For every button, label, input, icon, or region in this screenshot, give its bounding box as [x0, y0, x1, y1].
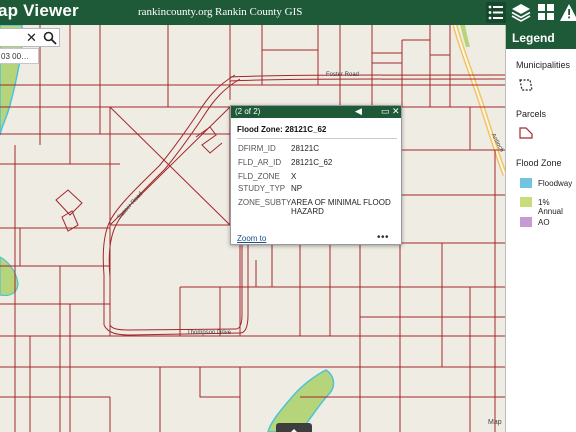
legend-panel: Legend Municipalities Parcels Flood Zone…: [505, 25, 576, 432]
clear-search-icon[interactable]: ✕: [26, 31, 37, 45]
legend-group-municipalities: Municipalities: [516, 60, 571, 70]
feature-popup: (2 of 2) ◀ ▭ ✕ Flood Zone: 28121C_62 DFI…: [230, 105, 402, 245]
top-header-bar: ap Viewer rankincounty.org Rankin County…: [0, 0, 576, 25]
attr-key: FLD_ZONE: [238, 172, 280, 181]
popup-header: (2 of 2) ◀ ▭ ✕: [231, 106, 401, 118]
legend-group-flood-zone: Flood Zone: [516, 158, 562, 168]
attr-key: ZONE_SUBTY: [238, 198, 292, 207]
prev-feature-icon[interactable]: ◀: [355, 106, 362, 117]
alert-icon[interactable]: [560, 2, 576, 23]
zoom-to-link[interactable]: Zoom to: [237, 234, 266, 243]
search-box[interactable]: ✕: [0, 28, 60, 47]
ao-swatch: [520, 217, 532, 227]
chevron-up-icon[interactable]: [276, 426, 312, 432]
search-icon[interactable]: [43, 31, 57, 45]
popup-counter: (2 of 2): [235, 107, 261, 116]
rankincounty-link[interactable]: rankincounty.org: [138, 6, 213, 18]
municipalities-symbol-icon: [519, 79, 533, 91]
attr-key: DFIRM_ID: [238, 144, 276, 153]
grid-icon[interactable]: [535, 2, 557, 23]
attr-value: NP: [291, 184, 303, 193]
parcel-symbol-icon: [519, 127, 533, 139]
road-label-foster: Foster Road: [326, 72, 360, 78]
map-corner-label: Map: [488, 419, 502, 426]
legend-label-ao: AO: [538, 218, 550, 227]
legend-title: Legend: [506, 25, 576, 49]
layers-icon[interactable]: [510, 2, 532, 23]
attr-key: STUDY_TYP: [238, 184, 286, 193]
annual-swatch: [520, 197, 532, 207]
more-options-icon[interactable]: •••: [377, 232, 389, 243]
legend-group-parcels: Parcels: [516, 109, 547, 119]
rankin-gis-link[interactable]: Rankin County GIS: [215, 6, 302, 18]
attr-value: AREA OF MINIMAL FLOOD HAZARD: [291, 198, 391, 216]
legend-label-annual: 1% Annual: [538, 198, 563, 216]
attr-value: X: [291, 172, 297, 181]
attr-value: 28121C_62: [291, 158, 333, 167]
attr-key: FLD_AR_ID: [238, 158, 282, 167]
popup-divider: [237, 138, 397, 139]
search-suggestion[interactable]: 03 00…: [0, 48, 39, 64]
road-label-thompson: Thompson Drive: [187, 330, 232, 336]
app-title: ap Viewer: [0, 1, 79, 20]
close-popup-icon[interactable]: ✕: [392, 106, 400, 117]
bottom-panel-toggle[interactable]: [276, 423, 312, 432]
legend-label-floodway: Floodway: [538, 179, 573, 188]
list-icon[interactable]: [485, 2, 507, 23]
maximize-icon[interactable]: ▭: [381, 106, 390, 117]
attr-value: 28121C: [291, 144, 320, 153]
floodway-swatch: [520, 178, 532, 188]
